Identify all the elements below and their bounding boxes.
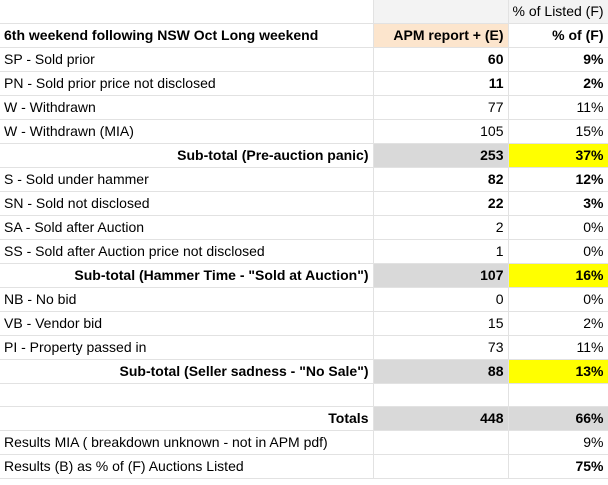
row-label[interactable]: PI - Property passed in [0, 335, 374, 360]
cell-empty[interactable] [373, 0, 509, 24]
cell-empty[interactable] [0, 0, 374, 24]
row-label[interactable]: SA - Sold after Auction [0, 215, 374, 240]
cell-empty[interactable] [373, 430, 509, 455]
totals-label[interactable]: Totals [0, 406, 374, 431]
subtotal-row: Sub-total (Seller sadness - "No Sale") 8… [0, 359, 608, 384]
row-label[interactable]: W - Withdrawn (MIA) [0, 119, 374, 144]
pct-listed-header[interactable]: % of Listed (F) [508, 0, 608, 24]
row-label[interactable]: W - Withdrawn [0, 95, 374, 120]
row-value[interactable]: 82 [373, 167, 509, 192]
row-pct[interactable]: 3% [508, 191, 608, 216]
cell-empty[interactable] [373, 454, 509, 479]
row-pct[interactable]: 15% [508, 119, 608, 144]
totals-row: Totals 448 66% [0, 406, 608, 431]
results-b-row: Results (B) as % of (F) Auctions Listed … [0, 454, 608, 479]
row-value[interactable]: 73 [373, 335, 509, 360]
row-pct[interactable]: 12% [508, 167, 608, 192]
subtotal-label[interactable]: Sub-total (Seller sadness - "No Sale") [0, 359, 374, 384]
row-value[interactable]: 105 [373, 119, 509, 144]
row-pct[interactable]: 11% [508, 95, 608, 120]
subtotal-value[interactable]: 253 [373, 143, 509, 168]
col-e-header[interactable]: APM report + (E) [373, 23, 509, 48]
subtotal-value[interactable]: 107 [373, 263, 509, 288]
results-b-pct[interactable]: 75% [508, 454, 608, 479]
row-pct[interactable]: 9% [508, 47, 608, 72]
row-label[interactable]: SN - Sold not disclosed [0, 191, 374, 216]
totals-value[interactable]: 448 [373, 406, 509, 431]
results-b-label[interactable]: Results (B) as % of (F) Auctions Listed [0, 454, 374, 479]
subtotal-pct[interactable]: 13% [508, 359, 608, 384]
row-value[interactable]: 0 [373, 287, 509, 312]
subtotal-row: Sub-total (Pre-auction panic) 253 37% [0, 143, 608, 168]
table-row: SA - Sold after Auction 2 0% [0, 215, 608, 240]
sheet-title[interactable]: 6th weekend following NSW Oct Long weeke… [0, 23, 374, 48]
row-value[interactable]: 22 [373, 191, 509, 216]
spacer-row [0, 383, 608, 407]
table-row: S - Sold under hammer 82 12% [0, 167, 608, 192]
table-row: PN - Sold prior price not disclosed 11 2… [0, 71, 608, 96]
row-value[interactable]: 15 [373, 311, 509, 336]
subtotal-row: Sub-total (Hammer Time - "Sold at Auctio… [0, 263, 608, 288]
table-row: W - Withdrawn 77 11% [0, 95, 608, 120]
subtotal-label[interactable]: Sub-total (Hammer Time - "Sold at Auctio… [0, 263, 374, 288]
table-row: PI - Property passed in 73 11% [0, 335, 608, 360]
subtotal-pct[interactable]: 16% [508, 263, 608, 288]
row-pct[interactable]: 0% [508, 239, 608, 264]
row-value[interactable]: 77 [373, 95, 509, 120]
cell-empty[interactable] [373, 383, 509, 407]
row-label[interactable]: S - Sold under hammer [0, 167, 374, 192]
col-f-header[interactable]: % of (F) [508, 23, 608, 48]
table-row: SS - Sold after Auction price not disclo… [0, 239, 608, 264]
row-label[interactable]: SP - Sold prior [0, 47, 374, 72]
subtotal-value[interactable]: 88 [373, 359, 509, 384]
totals-pct[interactable]: 66% [508, 406, 608, 431]
row-label[interactable]: NB - No bid [0, 287, 374, 312]
results-mia-label[interactable]: Results MIA ( breakdown unknown - not in… [0, 430, 374, 455]
row-label[interactable]: VB - Vendor bid [0, 311, 374, 336]
results-mia-pct[interactable]: 9% [508, 430, 608, 455]
row-label[interactable]: SS - Sold after Auction price not disclo… [0, 239, 374, 264]
row-pct[interactable]: 2% [508, 71, 608, 96]
header-row-1: 6th weekend following NSW Oct Long weeke… [0, 23, 608, 48]
row-pct[interactable]: 0% [508, 287, 608, 312]
table-row: NB - No bid 0 0% [0, 287, 608, 312]
table-row: SN - Sold not disclosed 22 3% [0, 191, 608, 216]
cell-empty[interactable] [0, 383, 374, 407]
header-row-0: % of Listed (F) [0, 0, 608, 24]
results-mia-row: Results MIA ( breakdown unknown - not in… [0, 430, 608, 455]
row-label[interactable]: PN - Sold prior price not disclosed [0, 71, 374, 96]
table-row: SP - Sold prior 60 9% [0, 47, 608, 72]
row-value[interactable]: 60 [373, 47, 509, 72]
table-row: VB - Vendor bid 15 2% [0, 311, 608, 336]
subtotal-label[interactable]: Sub-total (Pre-auction panic) [0, 143, 374, 168]
row-pct[interactable]: 11% [508, 335, 608, 360]
subtotal-pct[interactable]: 37% [508, 143, 608, 168]
spreadsheet-table: % of Listed (F) 6th weekend following NS… [0, 0, 608, 479]
table-row: W - Withdrawn (MIA) 105 15% [0, 119, 608, 144]
row-pct[interactable]: 0% [508, 215, 608, 240]
row-value[interactable]: 1 [373, 239, 509, 264]
cell-empty[interactable] [508, 383, 608, 407]
row-value[interactable]: 2 [373, 215, 509, 240]
row-value[interactable]: 11 [373, 71, 509, 96]
row-pct[interactable]: 2% [508, 311, 608, 336]
